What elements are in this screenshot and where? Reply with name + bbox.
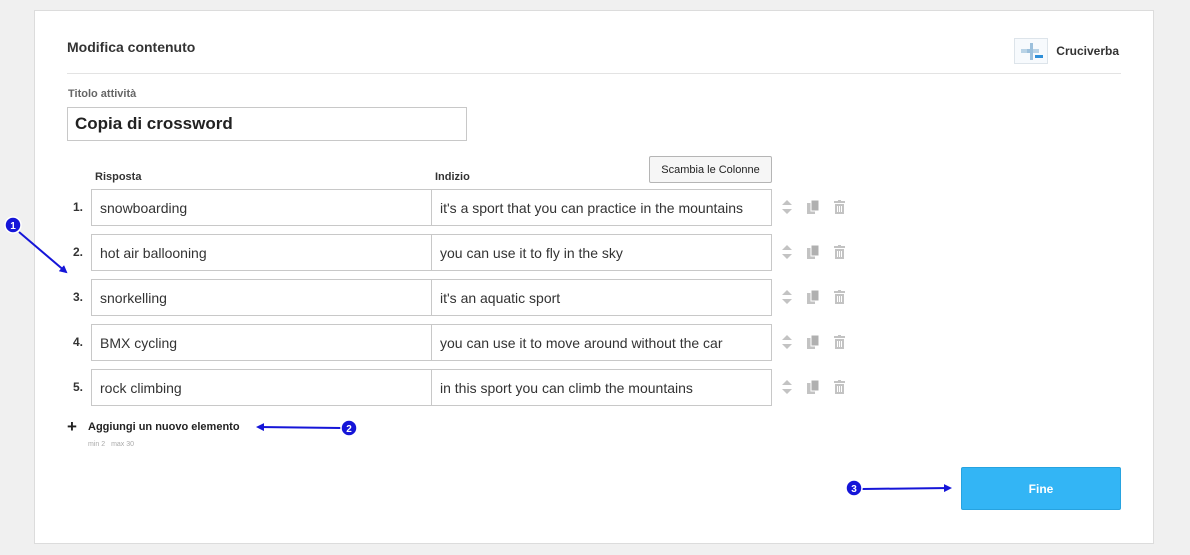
row-number: 2.	[72, 245, 83, 259]
page-title: Modifica contenuto	[67, 39, 196, 55]
row-number: 4.	[72, 335, 83, 349]
activity-title-input[interactable]	[67, 107, 467, 141]
clue-column-header: Indizio	[435, 171, 470, 183]
min-items-hint: min 2	[88, 441, 106, 448]
reorder-icon[interactable]	[780, 289, 794, 305]
duplicate-icon[interactable]	[806, 379, 820, 395]
clue-input[interactable]	[431, 369, 772, 406]
row-actions	[780, 199, 858, 215]
add-item-label: Aggiungi un nuovo elemento	[88, 421, 240, 433]
annotation-badge-1: 1	[10, 221, 16, 232]
reorder-icon[interactable]	[780, 334, 794, 350]
row-actions	[780, 289, 858, 305]
swap-columns-button[interactable]: Scambia le Colonne	[649, 156, 772, 183]
row-number: 3.	[72, 290, 83, 304]
answer-input[interactable]	[91, 369, 432, 406]
duplicate-icon[interactable]	[806, 289, 820, 305]
answer-column-header: Risposta	[95, 171, 142, 183]
clue-input[interactable]	[431, 324, 772, 361]
row-actions	[780, 244, 858, 260]
duplicate-icon[interactable]	[806, 334, 820, 350]
activity-type-label: Cruciverba	[1056, 44, 1119, 58]
activity-type: Cruciverba	[1014, 38, 1119, 64]
add-item-button[interactable]: + Aggiungi un nuovo elemento	[67, 417, 240, 436]
answer-input[interactable]	[91, 324, 432, 361]
row-actions	[780, 334, 858, 350]
item-row: 1.	[35, 189, 935, 226]
duplicate-icon[interactable]	[806, 199, 820, 215]
clue-input[interactable]	[431, 279, 772, 316]
crossword-icon	[1014, 38, 1049, 64]
plus-icon: +	[67, 417, 77, 436]
reorder-icon[interactable]	[780, 244, 794, 260]
trash-icon[interactable]	[832, 199, 846, 215]
answer-input[interactable]	[91, 234, 432, 271]
answer-input[interactable]	[91, 279, 432, 316]
item-row: 3.	[35, 279, 935, 316]
clue-input[interactable]	[431, 234, 772, 271]
duplicate-icon[interactable]	[806, 244, 820, 260]
panel-header: Modifica contenuto Cruciverba	[67, 11, 1121, 74]
item-row: 5.	[35, 369, 935, 406]
item-limit-hint: min 2 max 30	[88, 441, 138, 448]
done-button[interactable]: Fine	[961, 467, 1121, 510]
row-number: 5.	[72, 380, 83, 394]
trash-icon[interactable]	[832, 244, 846, 260]
activity-title-label: Titolo attività	[68, 88, 137, 100]
answer-input[interactable]	[91, 189, 432, 226]
item-row: 2.	[35, 234, 935, 271]
trash-icon[interactable]	[832, 334, 846, 350]
max-items-hint: max 30	[111, 441, 135, 448]
clue-input[interactable]	[431, 189, 772, 226]
trash-icon[interactable]	[832, 379, 846, 395]
row-number: 1.	[72, 200, 83, 214]
trash-icon[interactable]	[832, 289, 846, 305]
item-row: 4.	[35, 324, 935, 361]
row-actions	[780, 379, 858, 395]
reorder-icon[interactable]	[780, 379, 794, 395]
reorder-icon[interactable]	[780, 199, 794, 215]
edit-content-panel: Modifica contenuto Cruciverba Titolo att…	[34, 10, 1154, 544]
